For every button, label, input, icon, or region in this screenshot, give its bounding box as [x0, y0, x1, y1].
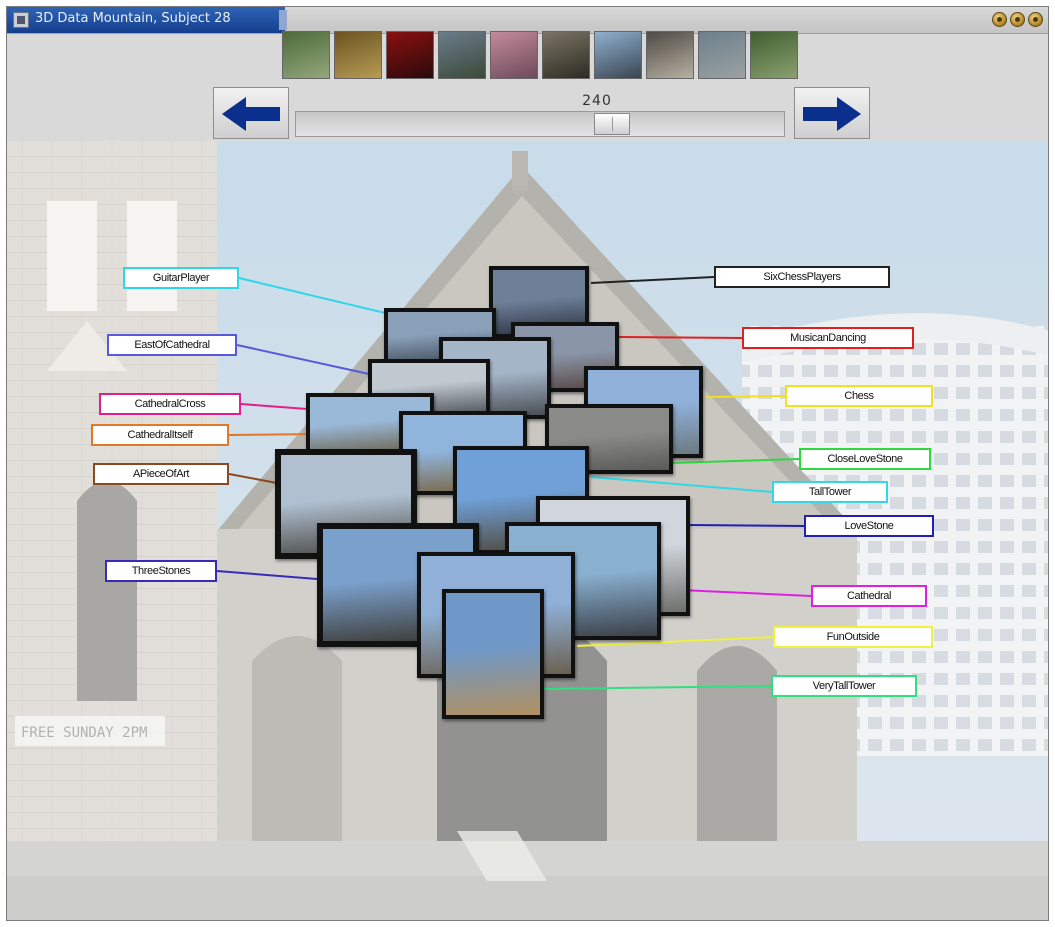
thumb-4[interactable] — [438, 31, 486, 79]
connector-threestones — [216, 570, 318, 580]
thumbnail-strip — [282, 31, 802, 81]
thumb-1[interactable] — [282, 31, 330, 79]
label-closelovestone[interactable]: CloseLoveStone — [799, 448, 931, 470]
connector-closelovestone — [670, 458, 800, 464]
thumb-8[interactable] — [646, 31, 694, 79]
thumb-5[interactable] — [490, 31, 538, 79]
label-chess[interactable]: Chess — [785, 385, 933, 407]
photo-verytalltower[interactable] — [442, 589, 544, 719]
label-cathedralcross[interactable]: CathedralCross — [99, 393, 241, 415]
thumb-2[interactable] — [334, 31, 382, 79]
title-tab-end — [279, 10, 287, 30]
label-musicandancing[interactable]: MusicanDancing — [742, 327, 914, 349]
label-cathedral[interactable]: Cathedral — [811, 585, 927, 607]
connector-apieceofart — [228, 473, 278, 484]
thumb-9[interactable] — [698, 31, 746, 79]
title-bar[interactable]: 3D Data Mountain, Subject 28 — [7, 7, 1048, 34]
connector-cathedralcross — [240, 403, 308, 410]
label-guitarplayer[interactable]: GuitarPlayer — [123, 267, 239, 289]
connector-musicandancing — [618, 336, 743, 339]
title-tab[interactable]: 3D Data Mountain, Subject 28 — [7, 7, 287, 33]
connector-lovestone — [688, 524, 805, 527]
maximize-button[interactable] — [1010, 12, 1025, 27]
label-lovestone[interactable]: LoveStone — [804, 515, 934, 537]
app-window: 3D Data Mountain, Subject 28 240 FREE SU… — [6, 6, 1049, 921]
connector-eastofcathedral — [236, 344, 370, 375]
window-menu-icon[interactable] — [13, 12, 29, 28]
thumb-6[interactable] — [542, 31, 590, 79]
label-cathedralitself[interactable]: CathedralItself — [91, 424, 229, 446]
slider-thumb[interactable] — [594, 113, 630, 135]
left-arrow-icon — [222, 97, 280, 131]
connector-talltower — [590, 476, 773, 493]
minimize-button[interactable] — [992, 12, 1007, 27]
thumb-3[interactable] — [386, 31, 434, 79]
back-button[interactable] — [213, 87, 289, 139]
connector-sixchessplayers — [590, 276, 715, 284]
label-funoutside[interactable]: FunOutside — [773, 626, 933, 648]
label-sixchessplayers[interactable]: SixChessPlayers — [714, 266, 890, 288]
connector-verytalltower — [543, 685, 772, 690]
label-eastofcathedral[interactable]: EastOfCathedral — [107, 334, 237, 356]
slider-value: 240 — [582, 93, 612, 109]
right-arrow-icon — [803, 97, 861, 131]
forward-button[interactable] — [794, 87, 870, 139]
label-verytalltower[interactable]: VeryTallTower — [771, 675, 917, 697]
label-threestones[interactable]: ThreeStones — [105, 560, 217, 582]
thumb-7[interactable] — [594, 31, 642, 79]
label-talltower[interactable]: TallTower — [772, 481, 888, 503]
label-apieceofart[interactable]: APieceOfArt — [93, 463, 229, 485]
data-mountain-scene[interactable]: FREE SUNDAY 2PM GuitarPlayer EastOfCathed… — [7, 141, 1048, 920]
window-title: 3D Data Mountain, Subject 28 — [35, 11, 231, 26]
close-button[interactable] — [1028, 12, 1043, 27]
connector-guitarplayer — [238, 277, 386, 314]
connector-chess — [704, 395, 786, 398]
time-slider[interactable] — [295, 111, 785, 137]
thumb-10[interactable] — [750, 31, 798, 79]
